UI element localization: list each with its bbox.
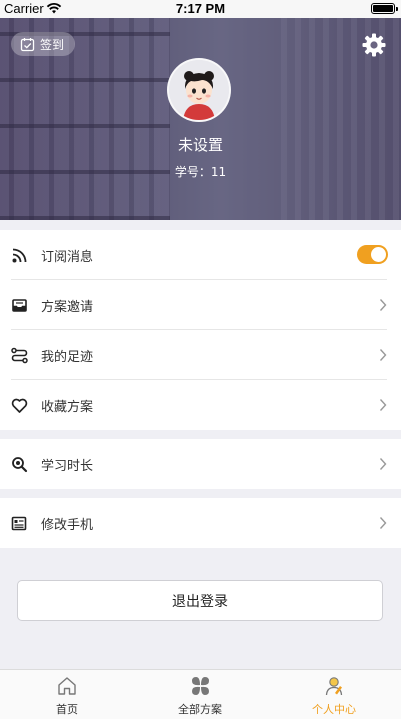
student-id-label: 学号： [174, 165, 211, 179]
menu-group-study: 学习时长 [0, 439, 401, 489]
tab-bar: 首页 全部方案 个人中心 [0, 669, 401, 719]
student-id: 学号：11 [0, 163, 401, 180]
home-icon [58, 677, 76, 695]
subscribe-toggle[interactable] [357, 245, 388, 264]
route-icon [11, 347, 28, 364]
menu-item-label: 收藏方案 [41, 400, 94, 415]
cartoon-girl-avatar [169, 60, 229, 120]
battery-tip [396, 7, 398, 11]
clover-icon [192, 677, 209, 695]
chevron-right-icon [379, 458, 387, 470]
magnifier-icon [11, 456, 28, 473]
heart-icon [11, 397, 28, 414]
menu-item-subscribe-messages[interactable]: 订阅消息 [0, 230, 401, 280]
tab-personal-center[interactable]: 个人中心 [267, 670, 401, 719]
tab-label: 全部方案 [178, 703, 222, 716]
menu-group-account: 修改手机 [0, 498, 401, 548]
student-id-value: 11 [210, 165, 227, 179]
menu-item-label: 方案邀请 [41, 300, 94, 315]
settings-button[interactable] [361, 32, 387, 58]
person-icon [325, 677, 343, 696]
menu-group-primary: 订阅消息 方案邀请 我的足迹 收藏方案 [0, 230, 401, 430]
document-list-icon [11, 515, 28, 532]
menu-item-label: 修改手机 [41, 518, 94, 533]
nickname[interactable]: 未设置 [0, 134, 401, 155]
toggle-knob [371, 247, 386, 262]
menu-item-label: 学习时长 [41, 459, 94, 474]
menu-item-study-duration[interactable]: 学习时长 [0, 439, 401, 489]
checkin-label: 签到 [40, 37, 65, 52]
calendar-check-icon [20, 37, 35, 52]
menu-item-favorite-plans[interactable]: 收藏方案 [0, 380, 401, 430]
rss-icon [11, 247, 28, 264]
menu-item-label: 订阅消息 [41, 250, 94, 265]
gear-icon [362, 33, 386, 57]
logout-button[interactable]: 退出登录 [17, 580, 383, 621]
menu-item-my-footprints[interactable]: 我的足迹 [0, 330, 401, 380]
chevron-right-icon [379, 517, 387, 529]
chevron-right-icon [379, 399, 387, 411]
chevron-right-icon [379, 349, 387, 361]
menu-item-change-phone[interactable]: 修改手机 [0, 498, 401, 548]
menu-item-plan-invitations[interactable]: 方案邀请 [0, 280, 401, 330]
tab-all-plans[interactable]: 全部方案 [133, 670, 267, 719]
battery-icon [371, 3, 395, 14]
tab-label: 首页 [56, 703, 78, 716]
tab-label: 个人中心 [312, 703, 356, 716]
clock: 7:17 PM [175, 1, 226, 16]
checkin-button[interactable]: 签到 [11, 32, 75, 56]
menu-item-label: 我的足迹 [41, 350, 94, 365]
tab-home[interactable]: 首页 [0, 670, 134, 719]
inbox-tray-icon [11, 297, 28, 314]
chevron-right-icon [379, 299, 387, 311]
avatar[interactable] [167, 58, 231, 122]
profile-header: 签到 未设置 学号：11 [0, 18, 401, 220]
status-bar: Carrier 7:17 PM [0, 0, 401, 18]
